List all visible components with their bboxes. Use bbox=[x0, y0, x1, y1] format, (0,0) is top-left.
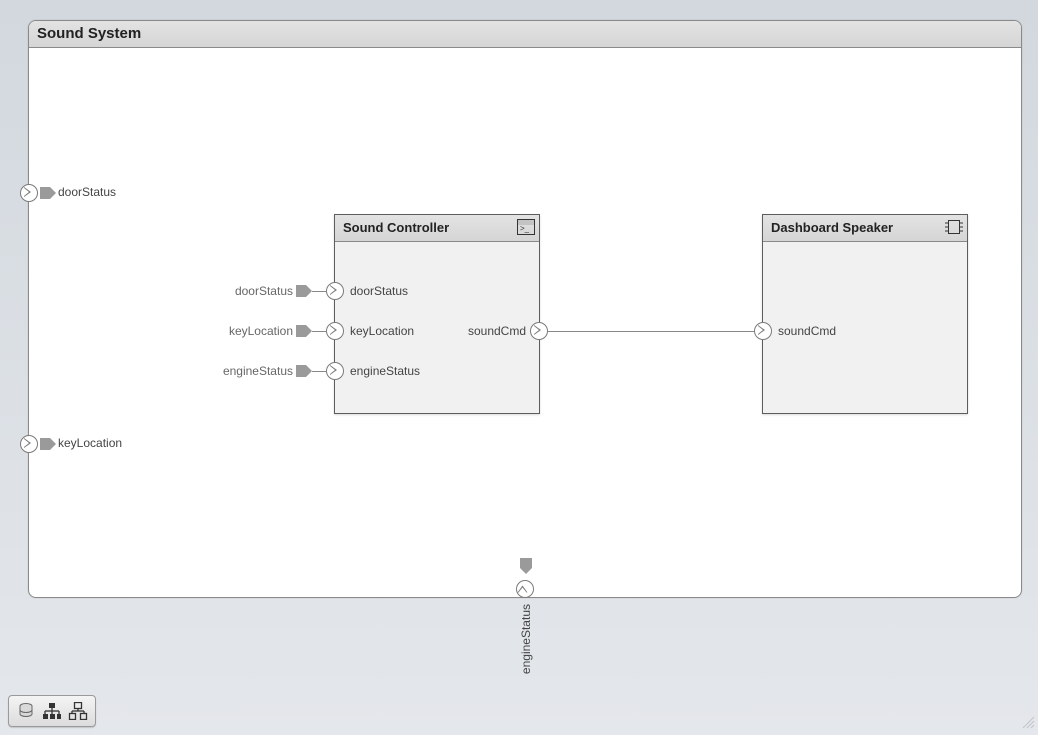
terminal-icon: >_ bbox=[517, 219, 535, 235]
wire-soundCmd[interactable] bbox=[548, 331, 754, 332]
block-title: Sound Controller bbox=[343, 220, 449, 235]
wire-stub bbox=[312, 331, 326, 332]
port-keyLocation-external[interactable] bbox=[20, 435, 38, 453]
port-controller-keyLocation[interactable] bbox=[326, 322, 344, 340]
port-label: doorStatus bbox=[58, 185, 116, 199]
port-label: engineStatus bbox=[350, 364, 420, 378]
port-engineStatus-external[interactable] bbox=[516, 580, 534, 598]
resize-grip-icon bbox=[1021, 715, 1035, 732]
block-header: Sound System bbox=[29, 21, 1021, 48]
block-header: Dashboard Speaker bbox=[763, 215, 967, 242]
svg-text:>_: >_ bbox=[520, 224, 530, 233]
view-toolbar bbox=[8, 695, 96, 727]
wire-label: keyLocation bbox=[225, 324, 293, 338]
port-label: soundCmd bbox=[466, 324, 526, 338]
tag-icon bbox=[296, 365, 312, 377]
wire-label: engineStatus bbox=[218, 364, 293, 378]
block-header: Sound Controller >_ bbox=[335, 215, 539, 242]
hierarchy-icon[interactable] bbox=[65, 699, 91, 723]
port-label: keyLocation bbox=[58, 436, 122, 450]
tag-icon bbox=[40, 438, 56, 450]
wire-stub bbox=[312, 291, 326, 292]
tag-icon bbox=[296, 285, 312, 297]
port-doorStatus-external[interactable] bbox=[20, 184, 38, 202]
wire-label: doorStatus bbox=[233, 284, 293, 298]
port-controller-doorStatus[interactable] bbox=[326, 282, 344, 300]
tree-icon[interactable] bbox=[39, 699, 65, 723]
port-label: keyLocation bbox=[350, 324, 414, 338]
port-speaker-soundCmd[interactable] bbox=[754, 322, 772, 340]
port-controller-soundCmd[interactable] bbox=[530, 322, 548, 340]
port-label: doorStatus bbox=[350, 284, 408, 298]
port-label: soundCmd bbox=[778, 324, 836, 338]
diagram-canvas[interactable]: Sound System doorStatus keyLocation engi… bbox=[0, 0, 1038, 735]
tag-icon bbox=[520, 558, 532, 574]
block-title: Sound System bbox=[37, 25, 141, 42]
block-sound-controller[interactable]: Sound Controller >_ bbox=[334, 214, 540, 414]
block-title: Dashboard Speaker bbox=[771, 220, 893, 235]
database-icon[interactable] bbox=[13, 699, 39, 723]
port-label: engineStatus bbox=[519, 604, 533, 674]
block-dashboard-speaker[interactable]: Dashboard Speaker bbox=[762, 214, 968, 414]
tag-icon bbox=[40, 187, 56, 199]
tag-icon bbox=[296, 325, 312, 337]
wire-stub bbox=[312, 371, 326, 372]
port-controller-engineStatus[interactable] bbox=[326, 362, 344, 380]
chip-icon bbox=[945, 219, 963, 235]
